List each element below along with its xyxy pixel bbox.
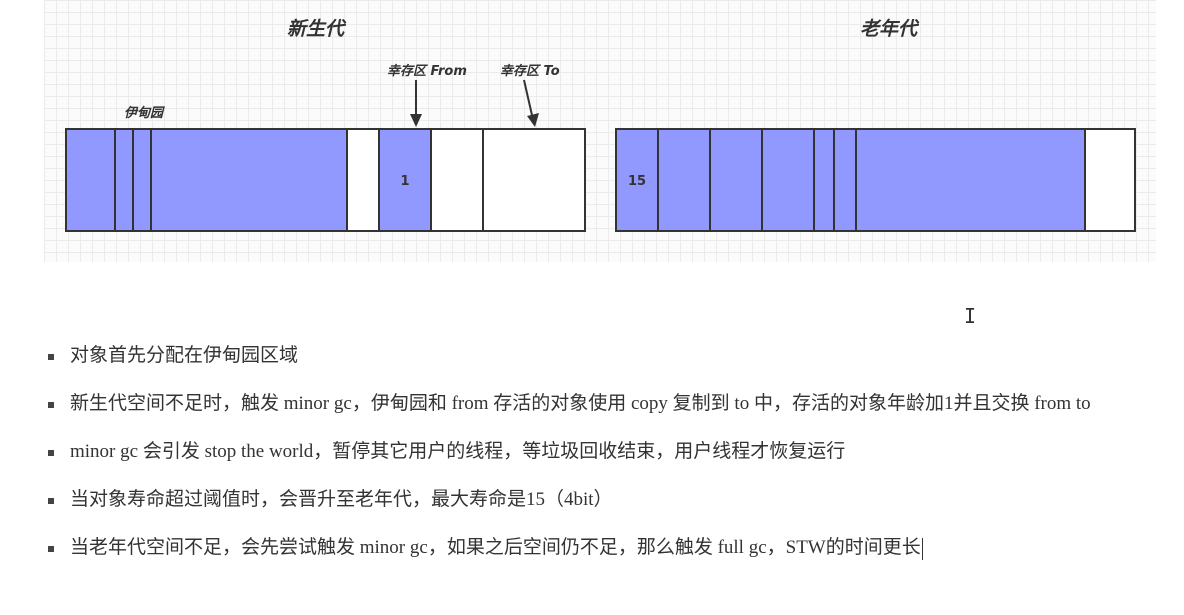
eden-free-space xyxy=(348,130,380,230)
gc-rules-list: 对象首先分配在伊甸园区域 新生代空间不足时，触发 minor gc，伊甸园和 f… xyxy=(46,340,1166,580)
old-gen-free-space xyxy=(1086,130,1134,230)
old-gen-bar: 15 xyxy=(615,128,1136,232)
old-gen-object: 15 xyxy=(617,130,659,230)
eden-object xyxy=(134,130,152,230)
text-caret xyxy=(921,537,923,560)
bullet-icon xyxy=(48,450,54,456)
bullet-icon xyxy=(48,354,54,360)
survivor-from-space xyxy=(432,130,484,230)
old-gen-object xyxy=(857,130,1086,230)
bullet-icon xyxy=(48,546,54,552)
eden-object xyxy=(152,130,348,230)
list-item[interactable]: 当老年代空间不足，会先尝试触发 minor gc，如果之后空间仍不足，那么触发 … xyxy=(46,532,1166,564)
young-gen-bar: 1 xyxy=(65,128,586,232)
survivor-to-space xyxy=(484,130,584,230)
from-arrow-head xyxy=(410,114,422,127)
old-gen-object xyxy=(835,130,857,230)
survivor-from-object: 1 xyxy=(380,130,432,230)
bullet-icon xyxy=(48,402,54,408)
old-gen-object xyxy=(763,130,815,230)
text-cursor-icon: I xyxy=(964,304,977,328)
jvm-generations-diagram: 新生代 老年代 伊甸园 幸存区 From 幸存区 To 1 15 xyxy=(44,0,1156,262)
list-item: 新生代空间不足时，触发 minor gc，伊甸园和 from 存活的对象使用 c… xyxy=(46,388,1166,420)
to-arrow-head xyxy=(527,113,539,127)
old-gen-object xyxy=(711,130,763,230)
eden-object xyxy=(67,130,116,230)
list-item: 对象首先分配在伊甸园区域 xyxy=(46,340,1166,372)
from-object-age: 1 xyxy=(400,174,410,189)
list-item: 当对象寿命超过阈值时，会晋升至老年代，最大寿命是15（4bit） xyxy=(46,484,1166,516)
bullet-icon xyxy=(48,498,54,504)
eden-object xyxy=(116,130,134,230)
list-item: minor gc 会引发 stop the world，暂停其它用户的线程，等垃… xyxy=(46,436,1166,468)
old-gen-object xyxy=(815,130,835,230)
old-object-age: 15 xyxy=(627,174,647,189)
old-gen-object xyxy=(659,130,711,230)
